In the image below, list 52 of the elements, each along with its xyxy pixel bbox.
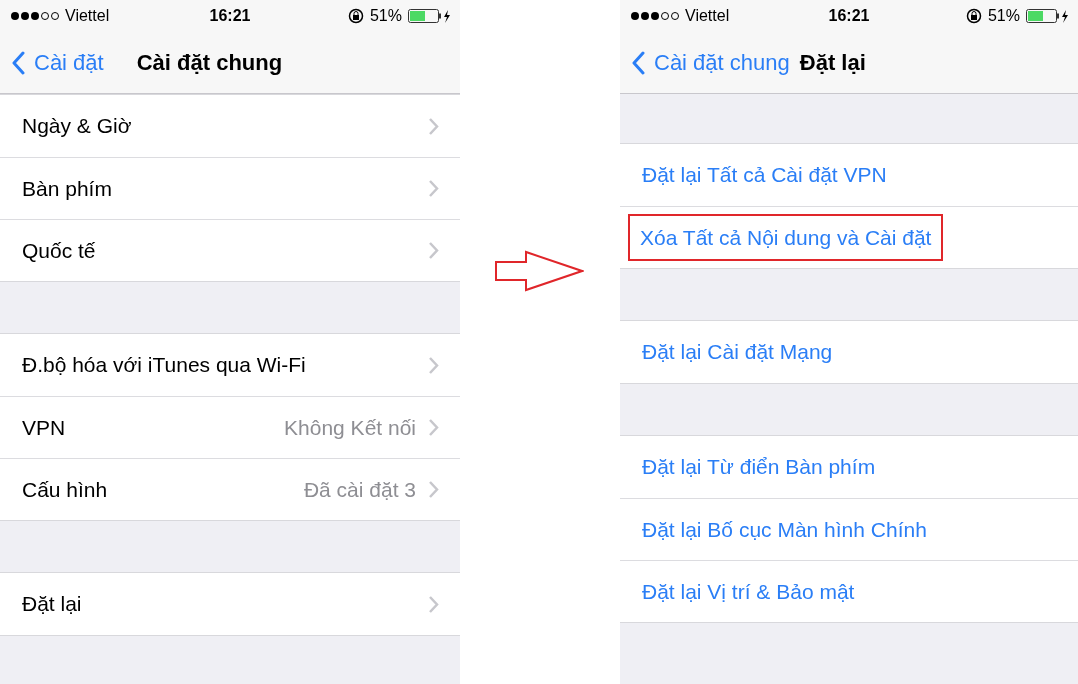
nav-title: Cài đặt chung: [136, 49, 283, 77]
battery-charging-icon: [408, 8, 450, 24]
chevron-icon: [428, 594, 440, 614]
nav-title: Đặt lại: [799, 49, 866, 77]
chevron-icon: [428, 241, 440, 260]
row-label: Ngày & Giờ: [22, 113, 132, 140]
clock-time: 16:21: [828, 6, 870, 26]
list-row[interactable]: Đặt lại Bố cục Màn hình Chính: [620, 498, 1078, 560]
rotation-lock-icon: [965, 8, 982, 24]
chevron-icon: [428, 355, 440, 375]
back-button[interactable]: Cài đặt chung: [632, 46, 790, 79]
chevron-icon: [428, 480, 440, 499]
list-row[interactable]: Đ.bộ hóa với iTunes qua Wi-Fi: [0, 334, 460, 396]
list-row[interactable]: Đặt lại Tất cả Cài đặt VPN: [620, 144, 1078, 206]
row-label: Đ.bộ hóa với iTunes qua Wi-Fi: [22, 352, 306, 379]
list-row[interactable]: Quốc tế: [0, 219, 460, 281]
list-row[interactable]: Đặt lại Vị trí & Bảo mật: [620, 560, 1078, 622]
row-value: Đã cài đặt 3: [303, 476, 416, 503]
list-row[interactable]: VPN Không Kết nối: [0, 396, 460, 458]
back-chevron-icon: [632, 50, 646, 75]
row-label: Đặt lại: [22, 591, 82, 618]
carrier-name: Viettel: [65, 6, 110, 26]
list-row[interactable]: Xóa Tất cả Nội dung và Cài đặt: [620, 206, 1078, 268]
chevron-icon: [428, 179, 440, 198]
row-label: Bàn phím: [22, 175, 112, 202]
list-row[interactable]: Đặt lại: [0, 573, 460, 635]
carrier-name: Viettel: [685, 6, 730, 26]
back-button[interactable]: Cài đặt: [12, 46, 104, 79]
row-label: Đặt lại Từ điển Bàn phím: [642, 454, 876, 481]
row-label: Quốc tế: [22, 237, 96, 264]
rotation-lock-icon: [347, 8, 364, 24]
clock-time: 16:21: [209, 6, 251, 26]
row-label: Cấu hình: [22, 476, 108, 503]
row-label: Đặt lại Cài đặt Mạng: [642, 339, 833, 366]
battery-percent: 51%: [369, 6, 402, 26]
signal-icon: [630, 11, 680, 21]
row-label: VPN: [22, 414, 66, 441]
list-row[interactable]: Cấu hình Đã cài đặt 3: [0, 458, 460, 520]
list-row[interactable]: Ngày & Giờ: [0, 95, 460, 157]
battery-percent: 51%: [987, 6, 1020, 26]
list-row[interactable]: Đặt lại Cài đặt Mạng: [620, 321, 1078, 383]
list-row[interactable]: Bàn phím: [0, 157, 460, 219]
signal-icon: [10, 11, 60, 21]
chevron-icon: [428, 116, 440, 136]
row-label: Đặt lại Vị trí & Bảo mật: [642, 578, 855, 605]
row-label: Đặt lại Tất cả Cài đặt VPN: [642, 162, 887, 189]
battery-charging-icon: [1026, 8, 1068, 24]
row-label: Đặt lại Bố cục Màn hình Chính: [642, 516, 927, 543]
row-value: Không Kết nối: [284, 414, 416, 441]
list-row[interactable]: Đặt lại Từ điển Bàn phím: [620, 436, 1078, 498]
back-chevron-icon: [12, 50, 26, 75]
chevron-icon: [428, 418, 440, 437]
